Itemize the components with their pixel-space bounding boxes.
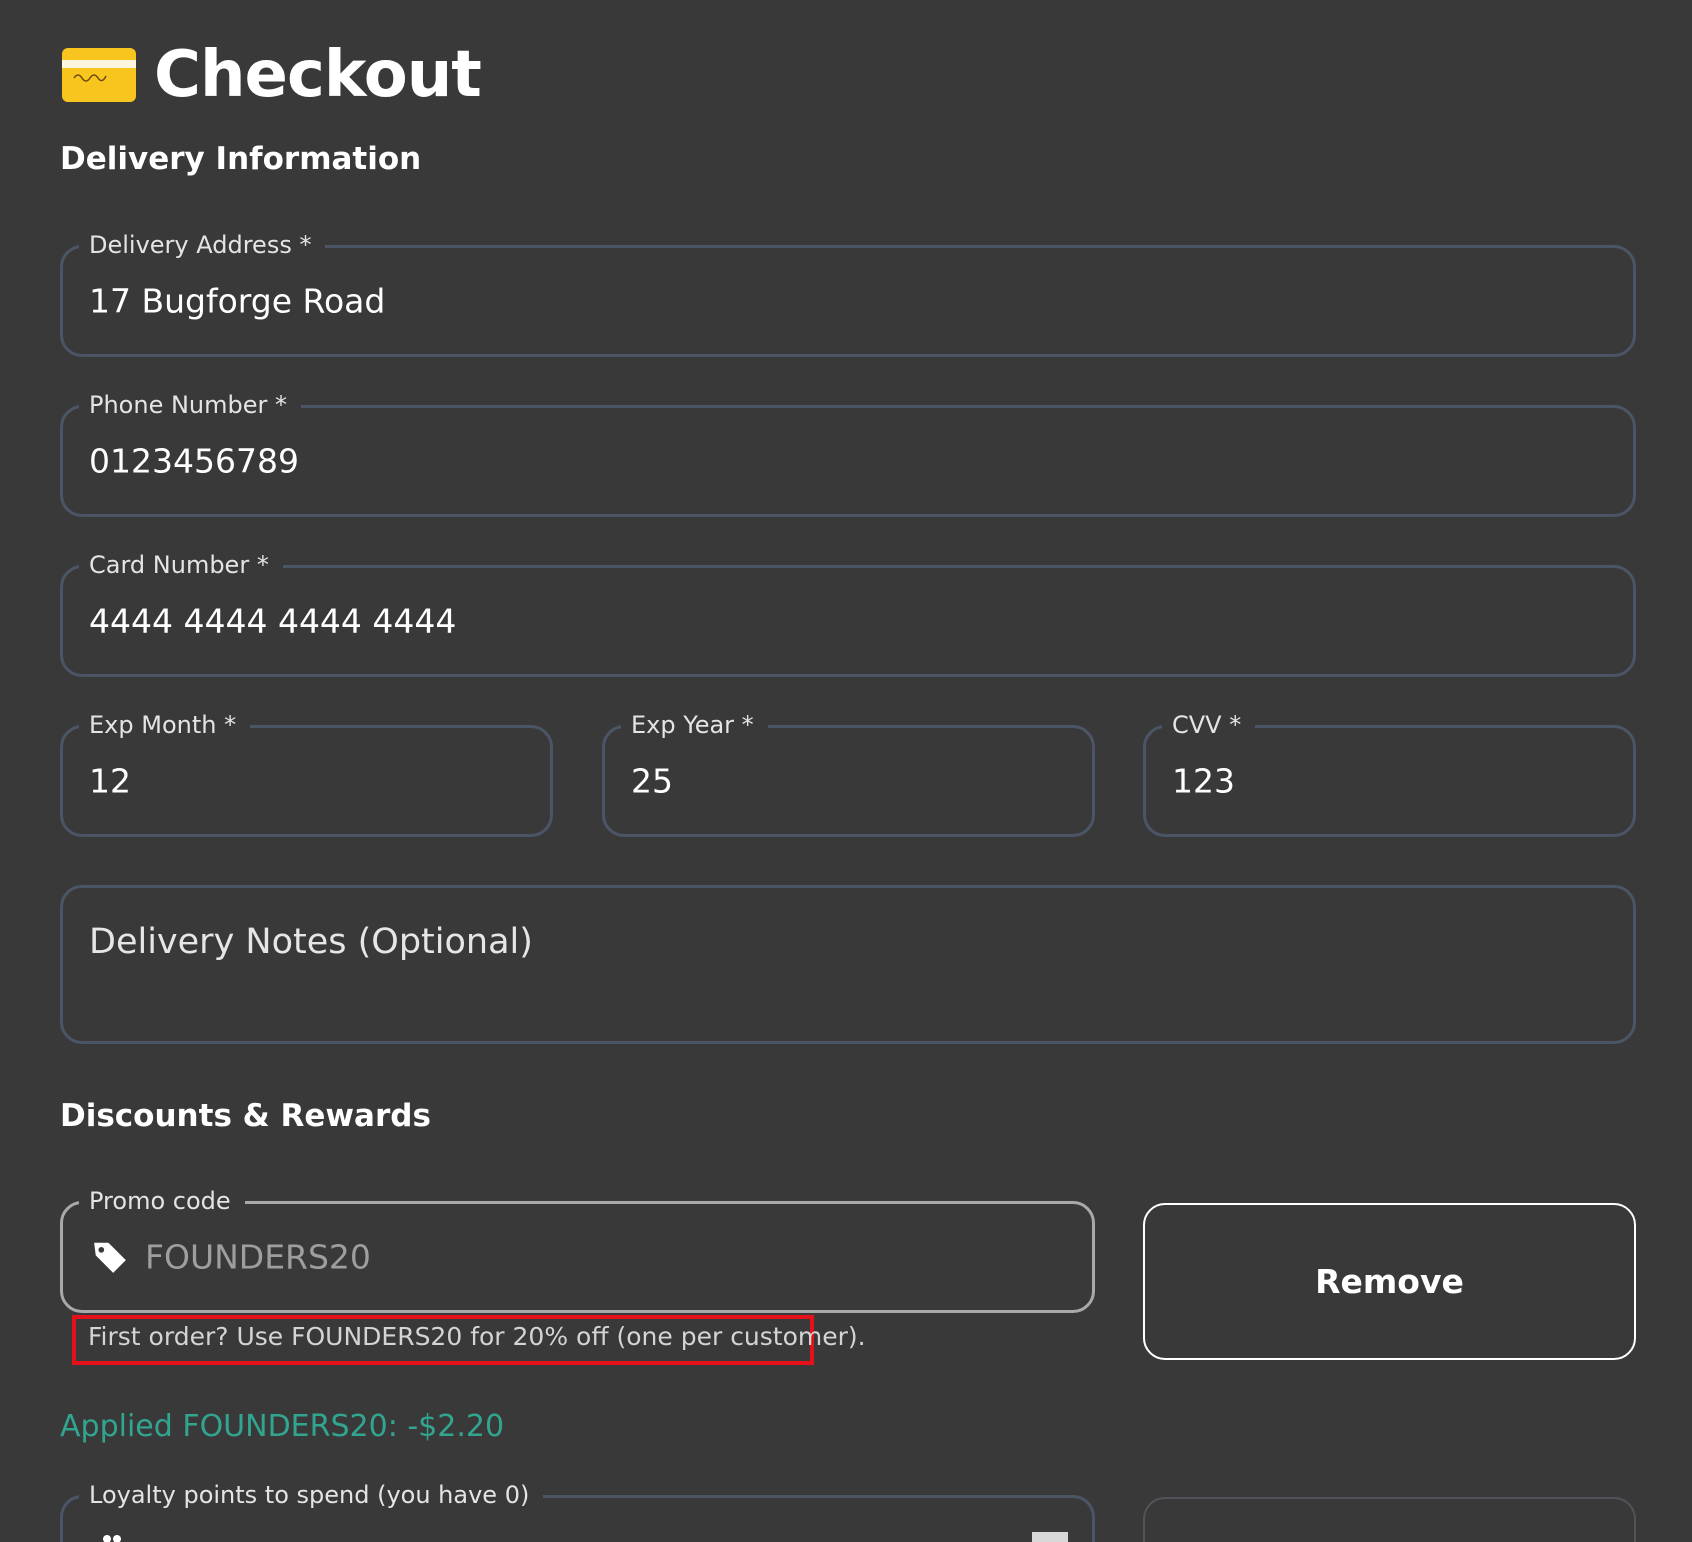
credit-card-icon	[62, 48, 136, 102]
phone-number-field[interactable]: Phone Number * 0123456789	[60, 390, 1636, 517]
number-spinner[interactable]	[1032, 1532, 1068, 1542]
loyalty-points-field[interactable]: Loyalty points to spend (you have 0)	[60, 1480, 1095, 1542]
page-title: Checkout	[154, 38, 482, 112]
exp-month-label: Exp Month *	[79, 710, 251, 740]
loyalty-icon	[103, 1535, 121, 1542]
exp-year-value[interactable]: 25	[631, 762, 673, 801]
promo-code-label: Promo code	[79, 1186, 245, 1216]
loyalty-points-label: Loyalty points to spend (you have 0)	[79, 1480, 544, 1510]
promo-code-value[interactable]: FOUNDERS20	[145, 1238, 371, 1277]
phone-number-value[interactable]: 0123456789	[89, 442, 299, 481]
promo-helper-text: First order? Use FOUNDERS20 for 20% off …	[88, 1322, 866, 1351]
cvv-field[interactable]: CVV * 123	[1143, 710, 1636, 837]
card-number-label: Card Number *	[79, 550, 283, 580]
exp-year-label: Exp Year *	[621, 710, 768, 740]
delivery-address-field[interactable]: Delivery Address * 17 Bugforge Road	[60, 230, 1636, 357]
delivery-address-label: Delivery Address *	[79, 230, 326, 260]
card-number-value[interactable]: 4444 4444 4444 4444	[89, 602, 456, 641]
apply-points-button[interactable]	[1143, 1497, 1636, 1542]
tag-icon	[94, 1242, 126, 1273]
delivery-notes-placeholder: Delivery Notes (Optional)	[89, 922, 533, 962]
discounts-section-heading: Discounts & Rewards	[60, 1098, 431, 1134]
cvv-label: CVV *	[1162, 710, 1256, 740]
card-number-field[interactable]: Card Number * 4444 4444 4444 4444	[60, 550, 1636, 677]
delivery-notes-textarea[interactable]: Delivery Notes (Optional)	[60, 885, 1636, 1044]
exp-month-value[interactable]: 12	[89, 762, 131, 801]
promo-code-field[interactable]: Promo code FOUNDERS20	[60, 1186, 1095, 1313]
delivery-address-value[interactable]: 17 Bugforge Road	[89, 282, 385, 321]
delivery-section-heading: Delivery Information	[60, 141, 422, 177]
phone-number-label: Phone Number *	[79, 390, 302, 420]
page-header: Checkout	[62, 38, 482, 112]
checkout-page: Checkout Delivery Information Delivery A…	[0, 0, 1692, 1542]
applied-discount-text: Applied FOUNDERS20: -$2.20	[60, 1409, 505, 1444]
cvv-value[interactable]: 123	[1172, 762, 1235, 801]
remove-promo-button[interactable]: Remove	[1143, 1203, 1636, 1360]
exp-month-field[interactable]: Exp Month * 12	[60, 710, 553, 837]
exp-year-field[interactable]: Exp Year * 25	[602, 710, 1095, 837]
